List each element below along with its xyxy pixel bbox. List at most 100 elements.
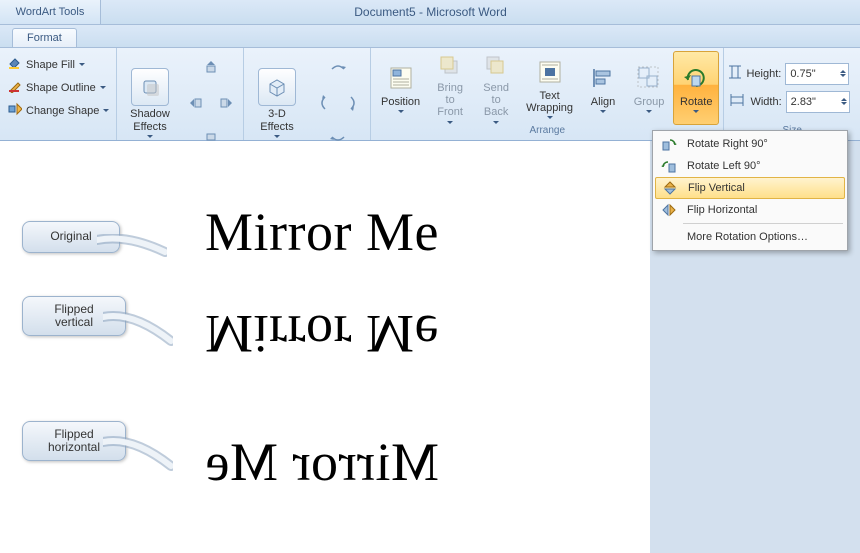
menu-item-more-rotation[interactable]: More Rotation Options… [655,226,845,248]
label: Original [50,230,91,243]
group-label [4,125,112,140]
ribbon: Shape Fill Shape Outline [0,48,860,141]
tilt-right-button[interactable] [340,90,366,116]
spinner-icon[interactable] [840,70,846,77]
chevron-down-icon [147,135,153,138]
label: Flipped horizontal [48,428,100,454]
rotate-menu: Rotate Right 90° Rotate Left 90° Flip Ve… [652,130,848,251]
text-wrapping-button[interactable]: Text Wrapping [520,52,579,124]
chevron-down-icon [103,109,109,112]
group-size: Height: 0.75" Width: 2.83" [724,48,860,140]
rotate-button[interactable]: Rotate [673,51,719,125]
shadow-effects-button[interactable]: Shadow Effects [121,67,179,139]
nudge-shadow-left-button[interactable] [183,90,209,116]
bring-to-front-icon [434,52,466,81]
spinner-icon[interactable] [841,98,847,105]
label: Rotate Left 90° [687,160,761,172]
chevron-down-icon [79,63,85,66]
label: Flipped vertical [54,303,93,329]
height-icon [728,63,742,84]
label: Rotate [680,96,712,108]
rotate-left-icon [659,157,679,175]
blank-icon [659,228,679,246]
rotate-right-icon [659,135,679,153]
group-arrange: Position Bring to Front Send to Back [371,48,724,140]
group-shadow-effects: Shadow Effects [117,48,244,140]
bring-to-front-button[interactable]: Bring to Front [428,52,472,124]
ribbon-tab-row: Format [0,25,860,48]
tab-format[interactable]: Format [12,28,77,47]
menu-item-rotate-right[interactable]: Rotate Right 90° [655,133,845,155]
label: Shape Outline [26,82,96,94]
group-3d-effects: 3-D Effects [244,48,371,140]
height-input[interactable]: 0.75" [785,63,849,85]
label: Shape Fill [26,59,75,71]
shadow-gallery-icon [131,68,169,106]
callout-tail-icon [103,434,173,484]
tilt-left-button[interactable] [310,90,336,116]
wordart-flipped-horizontal[interactable]: Mirror Me [205,431,439,493]
value: 0.75" [790,68,815,80]
group-wordart-styles: Shape Fill Shape Outline [0,48,117,140]
callout-tail-icon [103,309,173,359]
wordart-original[interactable]: Mirror Me [205,201,439,263]
align-button[interactable]: Align [581,52,625,124]
chevron-down-icon [398,110,404,113]
callout-flipped-vertical: Flipped vertical [22,296,126,336]
change-shape-icon [8,102,22,119]
menu-separator [683,223,843,224]
wordart-flipped-vertical[interactable]: Mirror Me [205,303,439,365]
label: Flip Vertical [688,182,745,194]
chevron-down-icon [493,121,499,124]
shape-fill-button[interactable]: Shape Fill [4,54,112,76]
label: Bring to Front [434,82,466,118]
rotate-icon [680,62,712,94]
label: 3-D Effects [260,108,293,132]
position-button[interactable]: Position [375,52,426,124]
label: Position [381,96,420,108]
flip-vertical-icon [660,179,680,197]
menu-item-flip-horizontal[interactable]: Flip Horizontal [655,199,845,221]
change-shape-button[interactable]: Change Shape [4,100,112,122]
callout-original: Original [22,221,120,253]
nudge-shadow-right-button[interactable] [213,90,239,116]
chevron-down-icon [274,135,280,138]
menu-item-rotate-left[interactable]: Rotate Left 90° [655,155,845,177]
tilt-up-button[interactable] [325,54,351,80]
send-to-back-button[interactable]: Send to Back [474,52,518,124]
contextual-tab-title: WordArt Tools [0,0,101,24]
value: 2.83" [791,96,816,108]
label: Group [634,96,665,108]
width-icon [728,93,746,110]
send-to-back-icon [480,52,512,81]
width-label: Width: [750,96,781,108]
menu-item-flip-vertical[interactable]: Flip Vertical [655,177,845,199]
align-icon [587,62,619,94]
nudge-shadow-up-button[interactable] [198,54,224,80]
callout-flipped-horizontal: Flipped horizontal [22,421,126,461]
chevron-down-icon [646,110,652,113]
label: Shadow Effects [130,108,170,132]
chevron-down-icon [447,121,453,124]
flip-horizontal-icon [659,201,679,219]
label: Text Wrapping [526,90,573,114]
chevron-down-icon [600,110,606,113]
document-title: Document5 - Microsoft Word [101,5,860,19]
label: Rotate Right 90° [687,138,768,150]
pencil-icon [8,79,22,96]
label: Align [591,96,615,108]
paint-bucket-icon [8,56,22,73]
label: More Rotation Options… [687,231,808,243]
label: Change Shape [26,105,99,117]
position-icon [385,62,417,94]
title-bar: WordArt Tools Document5 - Microsoft Word [0,0,860,25]
cube-icon [258,68,296,106]
group-button[interactable]: Group [627,52,671,124]
label: Send to Back [480,82,512,118]
text-wrapping-icon [534,56,566,88]
threed-effects-button[interactable]: 3-D Effects [248,67,306,139]
chevron-down-icon [547,116,553,119]
shape-outline-button[interactable]: Shape Outline [4,77,112,99]
width-input[interactable]: 2.83" [786,91,850,113]
height-label: Height: [746,68,781,80]
